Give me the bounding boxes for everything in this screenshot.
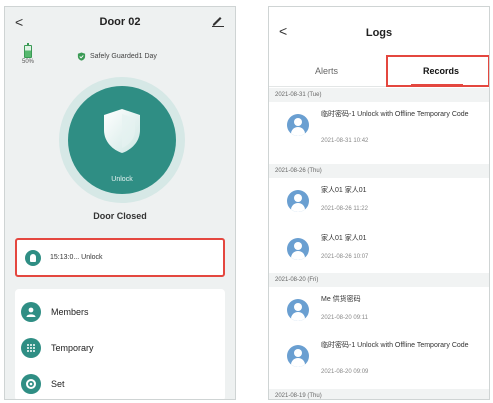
members-icon xyxy=(21,302,41,322)
user-avatar-icon xyxy=(287,114,309,136)
record-time: 2021-08-20 09:09 xyxy=(321,369,369,375)
logs-header: < Logs xyxy=(269,7,489,55)
guard-status: Safely Guarded1 Day xyxy=(77,52,157,61)
door-status: Door Closed xyxy=(93,211,147,221)
record-time: 2021-08-20 09:11 xyxy=(321,315,368,321)
pencil-icon[interactable] xyxy=(211,13,225,27)
battery-percent: 50% xyxy=(21,59,34,65)
user-avatar-icon xyxy=(287,345,309,367)
records-tab-highlight xyxy=(386,55,489,87)
menu-label-set: Set xyxy=(51,379,65,389)
record-title: Me 供货密码 xyxy=(321,296,361,303)
shield-check-icon xyxy=(77,52,86,61)
battery-icon xyxy=(24,43,32,58)
record-title: 临时密码-1 Unlock with Offline Temporary Cod… xyxy=(321,111,469,118)
keypad-icon xyxy=(21,338,41,358)
user-avatar-icon xyxy=(287,190,309,212)
record-title: 家人01 家人01 xyxy=(321,187,367,194)
settings-icon xyxy=(21,374,41,394)
logs-title: Logs xyxy=(365,27,393,39)
unlock-button[interactable]: Unlock xyxy=(68,86,176,194)
guard-status-text: Safely Guarded1 Day xyxy=(90,53,157,60)
record-title: 临时密码-1 Unlock with Offline Temporary Cod… xyxy=(321,342,469,349)
logs-screen: < Logs Alerts Records 2021-08-31 (Tue) 临… xyxy=(268,6,490,400)
menu-item-members[interactable]: Members xyxy=(21,301,89,323)
latest-log-card[interactable]: 15:13:0... Unlock xyxy=(15,238,225,277)
menu-item-temporary[interactable]: Temporary xyxy=(21,337,94,359)
record-item[interactable]: 家人01 家人01 2021-08-26 11:22 xyxy=(269,178,489,228)
menu-item-set[interactable]: Set xyxy=(21,373,65,395)
user-avatar-icon xyxy=(287,299,309,321)
lock-icon xyxy=(25,249,41,266)
record-item[interactable]: 临时密码-1 Unlock with Offline Temporary Cod… xyxy=(269,333,489,383)
user-avatar-icon xyxy=(287,238,309,260)
latest-log-text: 15:13:0... Unlock xyxy=(50,254,103,261)
unlock-label: Unlock xyxy=(111,176,133,183)
record-time: 2021-08-26 11:22 xyxy=(321,206,368,212)
menu-label-members: Members xyxy=(51,307,89,317)
menu-label-temporary: Temporary xyxy=(51,343,94,353)
door-detail-screen: < Door 02 50% Safely Guarded1 Day Unlock… xyxy=(4,6,236,400)
unlock-dial: Unlock xyxy=(59,77,185,203)
record-item[interactable]: Me 供货密码 2021-08-20 09:11 xyxy=(269,287,489,337)
tab-alerts[interactable]: Alerts xyxy=(315,66,338,76)
door-menu: Members Temporary Set xyxy=(15,289,225,399)
record-time: 2021-08-26 10:07 xyxy=(321,254,369,260)
door-title: Door 02 xyxy=(99,16,141,28)
logs-tabs: Alerts Records xyxy=(269,55,489,87)
record-item[interactable]: 临时密码-1 Unlock with Offline Temporary Cod… xyxy=(269,102,489,152)
battery-indicator: 50% xyxy=(15,43,41,65)
record-time: 2021-08-31 10:42 xyxy=(321,138,369,144)
record-item[interactable]: 家人01 家人01 2021-08-26 10:07 xyxy=(269,226,489,276)
date-header: 2021-08-26 (Thu) xyxy=(269,164,489,178)
date-header: 2021-08-31 (Tue) xyxy=(269,88,489,102)
shield-icon xyxy=(104,109,140,153)
record-title: 家人01 家人01 xyxy=(321,235,367,242)
date-header: 2021-08-20 (Fri) xyxy=(269,273,489,287)
door-header: < Door 02 xyxy=(5,7,235,37)
date-header: 2021-08-19 (Thu) xyxy=(269,389,489,399)
